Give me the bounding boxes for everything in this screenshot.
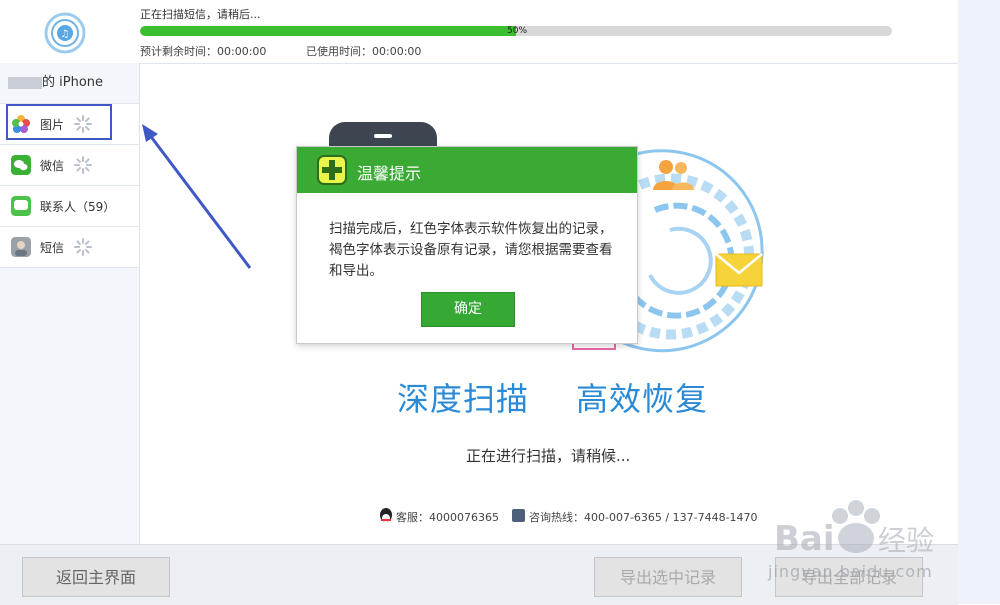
dialog-header: 温馨提示 — [297, 147, 637, 193]
progress-fill — [140, 26, 516, 36]
contacts-icon — [11, 196, 31, 216]
svg-text:♫: ♫ — [61, 29, 70, 40]
sidebar-item-sms[interactable]: 短信 — [0, 227, 139, 268]
time-remaining: 预计剩余时间：00:00:00 — [140, 45, 267, 58]
sidebar-item-label: 短信 — [40, 241, 65, 255]
people-icon — [653, 160, 694, 190]
hotline-numbers: 咨询热线：400-007-6365 / 137-7448-1470 — [529, 511, 758, 524]
time-used: 已使用时间：00:00:00 — [306, 45, 422, 58]
annotation-arrow-icon — [142, 124, 252, 269]
dialog-message: 扫描完成后，红色字体表示软件恢复出的记录，褐色字体表示设备原有记录，请您根据需要… — [329, 221, 613, 279]
sms-icon — [11, 237, 31, 257]
watermark-url: jingyan.baidu.com — [768, 562, 933, 581]
loading-spinner-icon — [74, 238, 92, 256]
svg-text:Bai: Bai — [774, 519, 835, 559]
device-label: 的 iPhone — [42, 75, 104, 90]
sidebar-item-wechat[interactable]: 微信 — [0, 145, 139, 186]
export-selected-button[interactable]: 导出选中记录 — [594, 557, 742, 597]
svg-text:经验: 经验 — [878, 524, 934, 557]
app-plus-icon — [317, 155, 347, 185]
phone-icon — [512, 509, 525, 522]
device-name[interactable]: 的 iPhone — [0, 63, 139, 104]
loading-spinner-icon — [74, 156, 92, 174]
app-logo-icon: ♫ — [44, 12, 86, 54]
selected-item-highlight — [6, 104, 112, 140]
scan-status-text: 正在扫描短信，请稍后... — [140, 8, 261, 21]
sidebar-item-contacts[interactable]: 联系人（59） — [0, 186, 139, 227]
slogan-deep-scan: 深度扫描 — [397, 380, 530, 418]
scanning-status-text: 正在进行扫描，请稍候... — [466, 447, 631, 465]
slogan-recovery: 高效恢复 — [576, 380, 709, 418]
tip-dialog: 温馨提示 扫描完成后，红色字体表示软件恢复出的记录，褐色字体表示设备原有记录，请… — [296, 146, 638, 344]
progress-percent: 50% — [507, 26, 528, 36]
dialog-title: 温馨提示 — [357, 164, 422, 183]
blurred-name — [8, 76, 42, 89]
right-gutter — [958, 0, 1000, 604]
phone-speaker — [374, 134, 392, 138]
sidebar-item-label: 微信 — [40, 159, 65, 173]
back-to-home-button[interactable]: 返回主界面 — [22, 557, 170, 597]
mail-icon — [715, 253, 763, 287]
header: ♫ 正在扫描短信，请稍后... 50% 预计剩余时间：00:00:00 已使用时… — [0, 0, 958, 64]
qq-icon — [380, 508, 392, 522]
service-phone: 客服：4000076365 — [396, 511, 499, 524]
wechat-icon — [11, 155, 31, 175]
confirm-button[interactable]: 确定 — [421, 292, 515, 327]
sidebar-item-label: 联系人（59） — [40, 200, 116, 214]
